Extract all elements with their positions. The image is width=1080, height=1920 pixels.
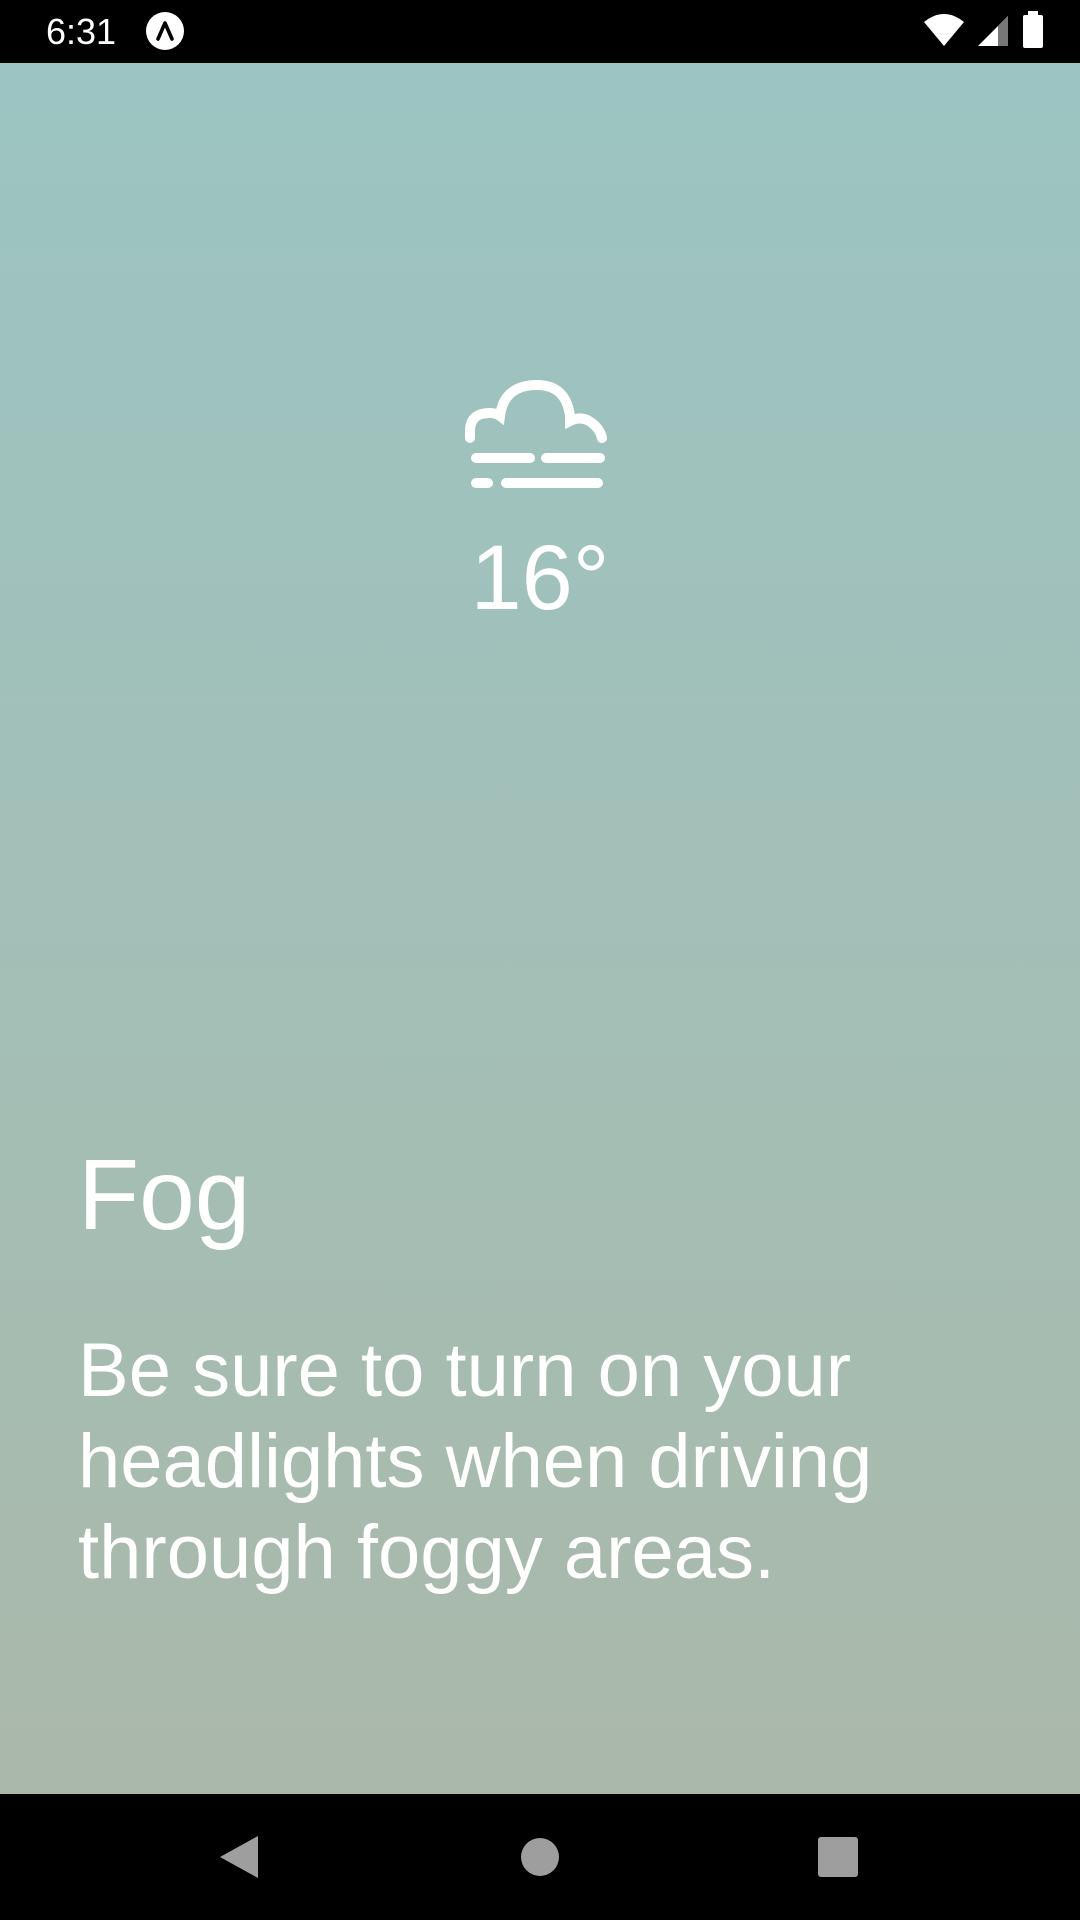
- cell-signal-icon: [976, 12, 1012, 53]
- status-time: 6:31: [46, 11, 117, 52]
- condition-message: Be sure to turn on your headlights when …: [78, 1328, 873, 1595]
- recents-icon[interactable]: [805, 1824, 871, 1890]
- fog-icon: [462, 373, 612, 503]
- weather-screen: 16° Fog Be sure to turn on your headligh…: [0, 63, 1080, 1794]
- home-icon[interactable]: [507, 1824, 573, 1890]
- navigation-bar: [0, 1794, 1080, 1920]
- a-letter-icon: [146, 12, 184, 50]
- back-icon[interactable]: [206, 1824, 272, 1890]
- status-bar: 6:31: [0, 0, 1080, 63]
- condition-title: Fog: [78, 1139, 251, 1251]
- wifi-icon: [922, 12, 966, 53]
- status-icons: [922, 10, 1044, 54]
- temperature: 16°: [470, 527, 610, 629]
- battery-icon: [1022, 10, 1044, 54]
- screen: 6:31 16° Fog Be sure to turn on your hea…: [0, 0, 1080, 1920]
